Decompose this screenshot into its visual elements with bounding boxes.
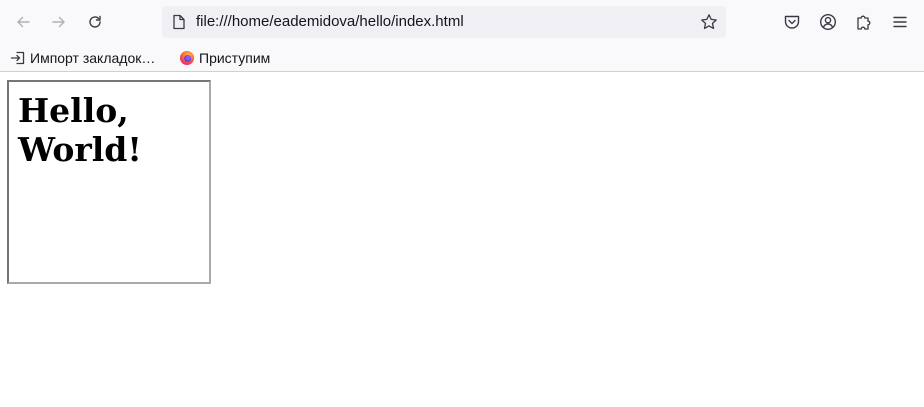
reload-button[interactable] <box>81 8 109 36</box>
firefox-icon <box>179 50 195 66</box>
hamburger-menu-icon <box>893 16 907 28</box>
back-button[interactable] <box>9 8 37 36</box>
bookmark-label: Приступим <box>199 50 271 66</box>
page-icon <box>170 13 188 31</box>
forward-button[interactable] <box>45 8 73 36</box>
arrow-right-icon <box>52 16 65 28</box>
hello-box: Hello, World! <box>7 80 211 284</box>
pocket-button[interactable] <box>778 8 806 36</box>
reload-icon <box>89 15 101 28</box>
menu-button[interactable] <box>886 8 914 36</box>
page-heading: Hello, World! <box>18 91 142 169</box>
arrow-left-icon <box>17 16 30 28</box>
pocket-icon <box>784 15 800 29</box>
navigation-toolbar: file:///home/eademidova/hello/index.html <box>0 0 924 44</box>
puzzle-icon <box>857 15 871 30</box>
account-button[interactable] <box>814 8 842 36</box>
bookmark-star-icon[interactable] <box>698 11 720 33</box>
bookmarks-toolbar: Импорт закладок… Приступим <box>0 44 924 72</box>
bookmark-import[interactable]: Импорт закладок… <box>10 48 155 68</box>
bookmark-get-started[interactable]: Приступим <box>179 48 270 68</box>
url-text[interactable]: file:///home/eademidova/hello/index.html <box>196 13 464 31</box>
page-content: Hello, World! <box>0 72 924 407</box>
import-icon <box>10 50 26 66</box>
bookmark-label: Импорт закладок… <box>30 50 156 66</box>
extensions-button[interactable] <box>850 8 878 36</box>
browser-window: file:///home/eademidova/hello/index.html <box>0 0 924 407</box>
address-bar[interactable]: file:///home/eademidova/hello/index.html <box>162 6 726 38</box>
account-icon <box>819 13 837 31</box>
